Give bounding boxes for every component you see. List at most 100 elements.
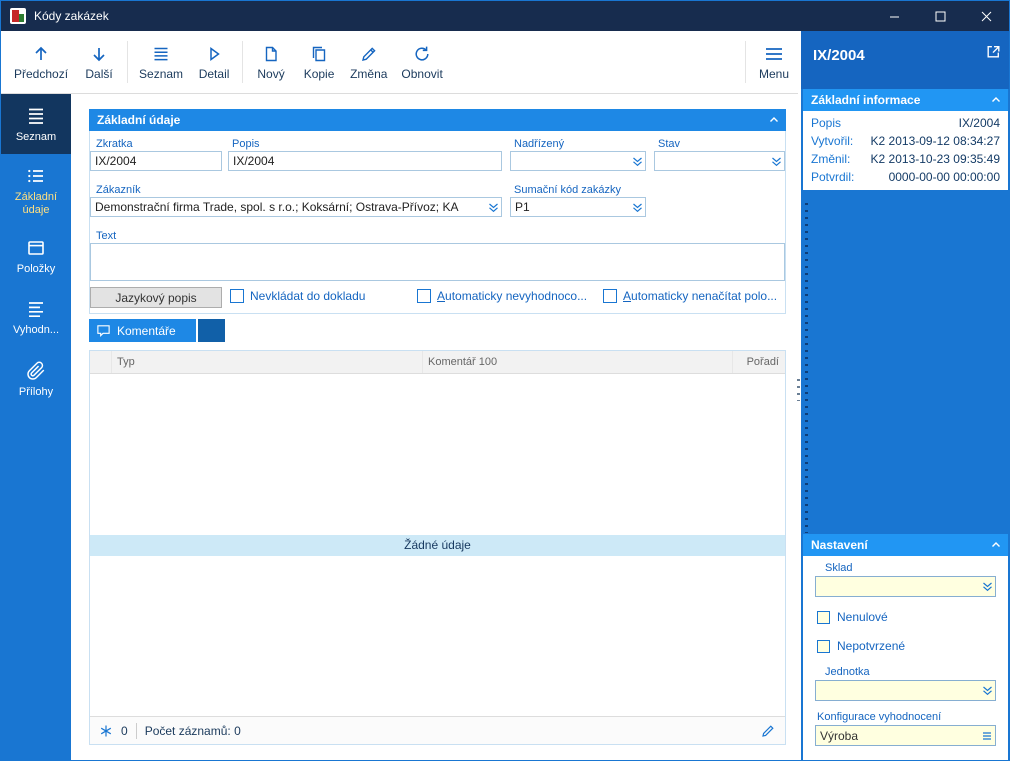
dropdown-icon[interactable] [771,156,782,167]
dropdown-icon[interactable] [982,685,993,696]
menu-icon[interactable] [981,730,993,742]
sidebar-item-label: Vyhodn... [12,324,60,336]
new-document-icon [261,43,281,65]
edit-pencil-icon[interactable] [760,723,776,739]
toolbar-button-label: Kopie [303,67,335,81]
settings-section-header: Nastavení [803,534,1008,556]
info-section-body: Popis IX/2004 Vytvořil: K2 2013-09-12 08… [803,111,1008,190]
toolbar-button-seznam[interactable]: Seznam [132,34,190,90]
section-title: Základní údaje [97,113,181,127]
dropdown-icon[interactable] [632,156,643,167]
info-value: IX/2004 [958,116,1000,130]
checkbox-box-icon[interactable] [603,289,617,303]
settings-section: Nastavení Sklad Nenulové Nepotvrzené Jed… [803,534,1008,760]
nadrizeny-input[interactable] [511,152,645,170]
checkbox-box-icon[interactable] [817,639,830,653]
sidebar-item-polozky[interactable]: Položky [1,226,71,286]
minimize-button[interactable] [871,1,917,31]
stav-input[interactable] [655,152,784,170]
toolbar-button-label: Změna [350,67,388,81]
panel-splitter-handle[interactable] [797,379,800,401]
window-title: Kódy zakázek [34,9,109,23]
toolbar-button-zmena[interactable]: Změna [343,34,394,90]
sklad-combo[interactable] [815,576,996,597]
table-body[interactable]: Žádné údaje [90,374,785,716]
popis-input[interactable] [228,151,502,171]
sidebar: Seznam Základní údaje Položky Vyhodn... … [1,94,71,760]
table-header-komentar[interactable]: Komentář 100 [423,351,733,373]
toolbar-button-label: Předchozí [14,67,69,81]
table-status-bar: 0 Počet záznamů: 0 [90,716,785,744]
jednotka-input[interactable] [816,681,995,700]
table-header-typ[interactable]: Typ [112,351,423,373]
sidebar-item-label: Položky [16,263,56,275]
checkbox-nenulove[interactable]: Nenulové [817,610,888,624]
main-content: Základní údaje Zkratka Popis Nadřízený S… [71,94,798,760]
maximize-button[interactable] [917,1,963,31]
jednotka-combo[interactable] [815,680,996,701]
table-header-poradi[interactable]: Pořadí [733,351,785,373]
table-header-marker[interactable] [90,351,112,373]
table-header-row: Typ Komentář 100 Pořadí [90,351,785,374]
form-list-icon [25,164,47,188]
dropdown-icon[interactable] [982,581,993,592]
checkbox-automaticky-nevyhodnocovat[interactable]: Automaticky nevyhodnoco... [417,289,587,303]
collapse-chevron-icon[interactable] [768,114,780,126]
toolbar-button-kopie[interactable]: Kopie [295,34,343,90]
comment-icon [96,323,111,338]
nadrizeny-combo[interactable] [510,151,646,171]
zakaznik-input[interactable] [91,198,501,216]
right-panel: IX/2004 Základní informace Popis IX/2004… [801,31,1009,760]
info-section: Základní informace Popis IX/2004 Vytvoři… [803,89,1008,190]
info-label: Vytvořil: [811,134,854,148]
sumacni-kod-combo[interactable] [510,197,646,217]
tab-komentare[interactable]: Komentáře [89,319,196,342]
collapse-chevron-icon[interactable] [990,94,1002,106]
sidebar-item-prilohy[interactable]: Přílohy [1,348,71,410]
toolbar-button-obnovit[interactable]: Obnovit [394,34,449,90]
collapse-chevron-icon[interactable] [990,539,1002,551]
checkbox-nepotvrzene[interactable]: Nepotvrzené [817,639,905,653]
konfigurace-input[interactable] [816,726,995,745]
external-link-icon[interactable] [985,43,1002,60]
checkbox-box-icon[interactable] [417,289,431,303]
zkratka-input[interactable] [90,151,222,171]
menu-button-label: Menu [758,67,790,81]
toolbar-button-novy[interactable]: Nový [247,34,295,90]
app-logo-icon [10,8,26,24]
konfigurace-label: Konfigurace vyhodnocení [817,711,942,723]
dropdown-icon[interactable] [632,202,643,213]
checkbox-nevkladat[interactable]: Nevkládat do dokladu [230,289,365,303]
sklad-input[interactable] [816,577,995,596]
titlebar: Kódy zakázek [1,1,1009,31]
zakaznik-combo[interactable] [90,197,502,217]
toolbar-button-dalsi[interactable]: Další [75,34,123,90]
konfigurace-combo[interactable] [815,725,996,746]
stav-combo[interactable] [654,151,785,171]
status-separator [135,722,137,739]
field-label-stav: Stav [658,138,681,150]
dropdown-icon[interactable] [488,202,499,213]
info-row: Potvrdil: 0000-00-00 00:00:00 [803,168,1008,186]
text-input[interactable] [90,243,785,281]
toolbar-button-detail[interactable]: Detail [190,34,238,90]
sumacni-kod-input[interactable] [511,198,645,216]
sidebar-item-seznam[interactable]: Seznam [1,94,71,154]
jazykovy-popis-button[interactable]: Jazykový popis [90,287,222,308]
checkbox-box-icon[interactable] [230,289,244,303]
refresh-icon [412,43,432,65]
sidebar-item-zakladni-udaje[interactable]: Základní údaje [1,154,71,226]
panel-dotted-splitter[interactable] [805,203,808,533]
section-header-zakladni-udaje: Základní údaje [89,109,786,131]
toolbar-button-label: Nový [257,67,285,81]
checkbox-label: Automaticky nenačítat polo... [623,289,778,303]
settings-section-title: Nastavení [811,538,868,552]
checkbox-automaticky-nenacitat[interactable]: Automaticky nenačítat polo... [603,289,777,303]
sidebar-item-vyhodnoceni[interactable]: Vyhodn... [1,286,71,348]
toolbar-separator [745,41,746,83]
checkbox-box-icon[interactable] [817,610,830,624]
close-button[interactable] [963,1,1009,31]
tab-secondary[interactable] [198,319,225,342]
menu-button[interactable]: Menu [750,34,798,90]
toolbar-button-predchozi[interactable]: Předchozí [7,34,75,90]
